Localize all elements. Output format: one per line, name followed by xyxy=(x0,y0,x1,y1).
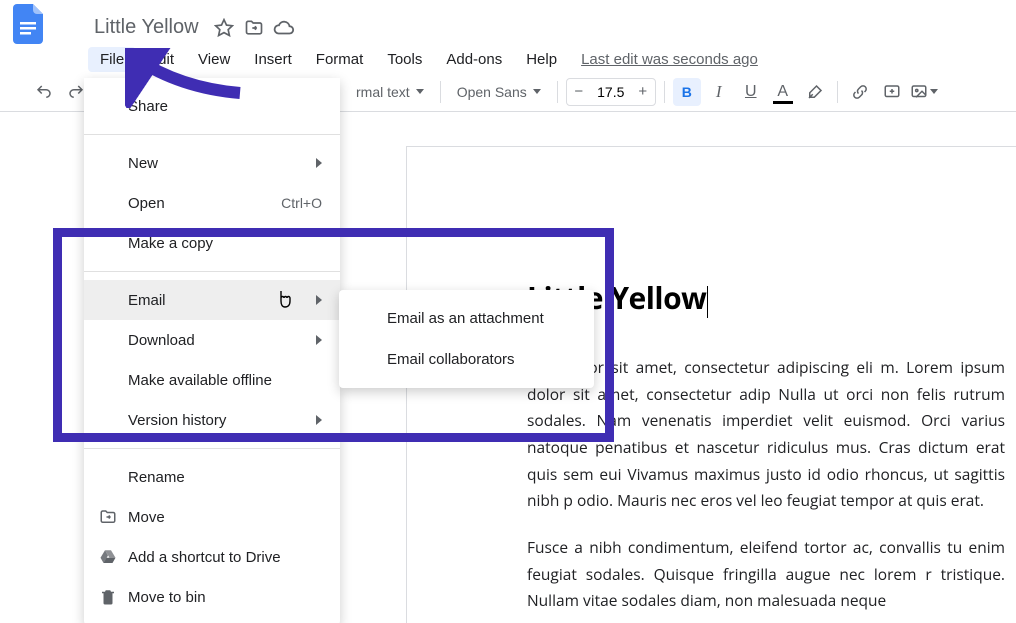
underline-button[interactable]: U xyxy=(737,78,765,106)
undo-icon[interactable] xyxy=(30,78,58,106)
text-cursor xyxy=(707,286,708,318)
email-submenu: Email as an attachment Email collaborato… xyxy=(339,290,594,388)
separator xyxy=(557,81,558,103)
submenu-email-collaborators[interactable]: Email collaborators xyxy=(339,339,594,380)
move-icon xyxy=(98,507,118,527)
add-comment-button[interactable] xyxy=(878,78,906,106)
document-paragraph[interactable]: Fusce a nibh condimentum, eleifend torto… xyxy=(527,534,1005,614)
paragraph-style-dropdown[interactable]: rmal text xyxy=(348,78,432,106)
star-icon[interactable] xyxy=(213,17,235,39)
menu-rename[interactable]: Rename xyxy=(84,457,340,497)
file-dropdown-menu: Share New OpenCtrl+O Make a copy Email D… xyxy=(84,78,340,623)
document-title[interactable]: Little Yellow xyxy=(88,14,205,41)
move-folder-icon[interactable] xyxy=(243,17,265,39)
trash-icon xyxy=(98,587,118,607)
menu-download[interactable]: Download xyxy=(84,320,340,360)
drive-icon xyxy=(98,547,118,567)
italic-button[interactable]: I xyxy=(705,78,733,106)
menu-divider xyxy=(84,271,340,272)
docs-logo-icon[interactable] xyxy=(8,4,48,44)
insert-image-button[interactable] xyxy=(910,78,938,106)
menu-move[interactable]: Move xyxy=(84,497,340,537)
menu-addons[interactable]: Add-ons xyxy=(434,47,514,72)
menu-version-history[interactable]: Version history xyxy=(84,400,340,440)
caret-down-icon xyxy=(533,89,541,94)
font-family-dropdown[interactable]: Open Sans xyxy=(449,78,549,106)
menu-insert[interactable]: Insert xyxy=(242,47,304,72)
submenu-email-attachment[interactable]: Email as an attachment xyxy=(339,298,594,339)
separator xyxy=(440,81,441,103)
font-size-control: − + xyxy=(566,78,656,106)
menu-email[interactable]: Email xyxy=(84,280,340,320)
document-heading[interactable]: Little Yellow xyxy=(527,277,1005,318)
menu-format[interactable]: Format xyxy=(304,47,376,72)
highlight-button[interactable] xyxy=(801,78,829,106)
menu-offline[interactable]: Make available offline xyxy=(84,360,340,400)
shortcut-label: Ctrl+O xyxy=(281,195,322,211)
menu-tools[interactable]: Tools xyxy=(375,47,434,72)
submenu-arrow-icon xyxy=(316,295,322,305)
menu-divider xyxy=(84,134,340,135)
submenu-arrow-icon xyxy=(316,335,322,345)
menu-divider xyxy=(84,448,340,449)
menu-add-shortcut[interactable]: Add a shortcut to Drive xyxy=(84,537,340,577)
separator xyxy=(837,81,838,103)
font-size-increase[interactable]: + xyxy=(631,83,655,100)
menu-help[interactable]: Help xyxy=(514,47,569,72)
menu-view[interactable]: View xyxy=(186,47,242,72)
text-color-button[interactable]: A xyxy=(769,78,797,106)
menu-new[interactable]: New xyxy=(84,143,340,183)
pointer-cursor-icon xyxy=(274,288,294,315)
cloud-status-icon[interactable] xyxy=(273,17,295,39)
submenu-arrow-icon xyxy=(316,415,322,425)
menu-edit[interactable]: Edit xyxy=(136,47,186,72)
separator xyxy=(664,81,665,103)
edit-status-link[interactable]: Last edit was seconds ago xyxy=(581,51,758,68)
document-paragraph[interactable]: sum dolor sit amet, consectetur adipisci… xyxy=(527,354,1005,514)
caret-down-icon xyxy=(930,89,938,94)
bold-button[interactable]: B xyxy=(673,78,701,106)
submenu-arrow-icon xyxy=(316,158,322,168)
menu-move-to-bin[interactable]: Move to bin xyxy=(84,577,340,617)
caret-down-icon xyxy=(416,89,424,94)
menu-open[interactable]: OpenCtrl+O xyxy=(84,183,340,223)
menu-make-copy[interactable]: Make a copy xyxy=(84,223,340,263)
menu-share[interactable]: Share xyxy=(84,86,340,126)
font-size-decrease[interactable]: − xyxy=(567,83,591,100)
insert-link-button[interactable] xyxy=(846,78,874,106)
menu-file[interactable]: File xyxy=(88,47,136,72)
font-size-input[interactable] xyxy=(591,84,631,100)
